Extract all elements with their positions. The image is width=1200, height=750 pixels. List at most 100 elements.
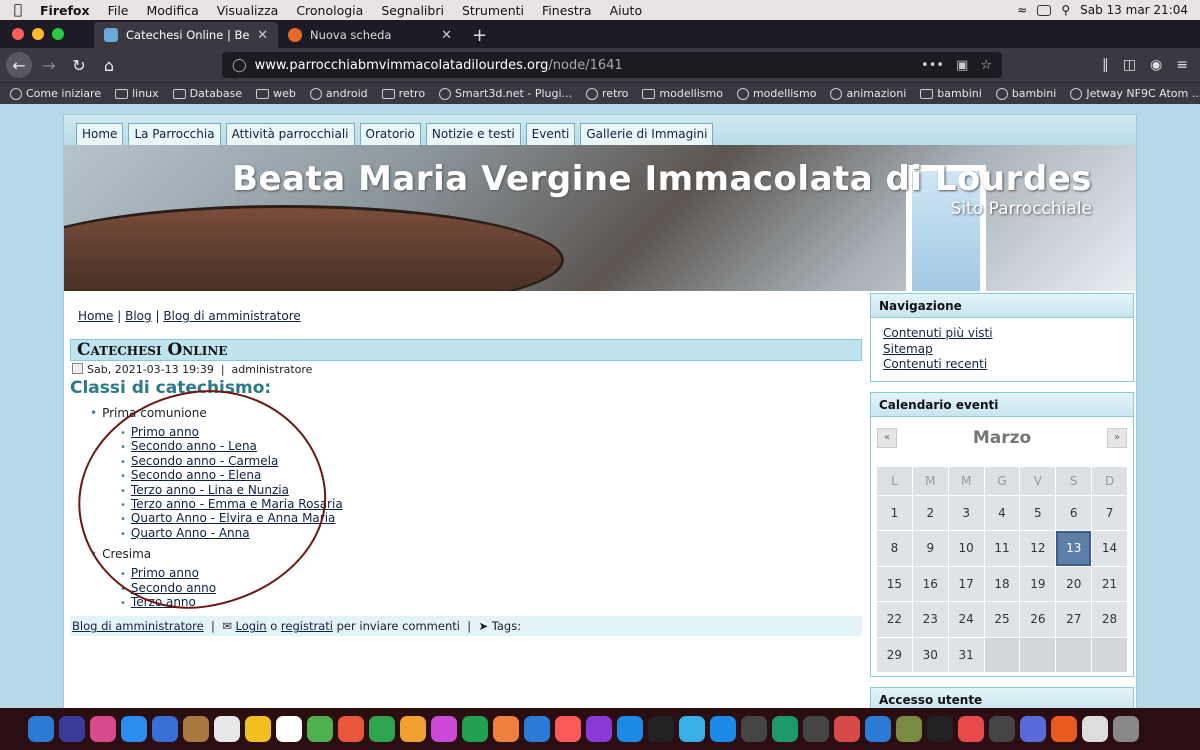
close-tab-icon[interactable]: ✕ bbox=[257, 28, 268, 43]
class-link[interactable]: Terzo anno - Lina e Nunzia bbox=[131, 483, 289, 497]
tab-new[interactable]: Nuova scheda ✕ bbox=[278, 22, 462, 48]
calendar-day[interactable]: 30 bbox=[912, 637, 948, 672]
prev-month-button[interactable]: « bbox=[877, 427, 897, 448]
calendar-day[interactable]: 26 bbox=[1020, 602, 1056, 637]
calendar-day[interactable]: 1 bbox=[877, 495, 912, 530]
page-actions-icon[interactable]: ••• bbox=[921, 58, 944, 73]
calendar-day[interactable]: 14 bbox=[1092, 531, 1127, 566]
battery-icon[interactable] bbox=[1037, 4, 1052, 16]
bookmark-item[interactable]: bambini bbox=[920, 87, 982, 100]
minimize-window-icon[interactable] bbox=[32, 28, 44, 40]
wifi-icon[interactable]: ≈ bbox=[1017, 3, 1027, 17]
class-link[interactable]: Primo anno bbox=[131, 425, 199, 439]
dock-app-icon[interactable] bbox=[927, 716, 953, 742]
calendar-day-today[interactable]: 13 bbox=[1056, 531, 1092, 566]
calendar-day[interactable]: 16 bbox=[912, 566, 948, 601]
calendar-day[interactable]: 6 bbox=[1056, 495, 1092, 530]
url-bar[interactable]: ◯ www.parrocchiabmvimmacolatadilourdes.o… bbox=[222, 52, 1002, 78]
star-icon[interactable]: ☆ bbox=[980, 58, 992, 73]
dock-app-icon[interactable] bbox=[989, 716, 1015, 742]
dock-app-icon[interactable] bbox=[245, 716, 271, 742]
admin-blog-link[interactable]: Blog di amministratore bbox=[72, 619, 204, 633]
dock-app-icon[interactable] bbox=[431, 716, 457, 742]
dock-app-icon[interactable] bbox=[1051, 716, 1077, 742]
dock-app-icon[interactable] bbox=[896, 716, 922, 742]
dock-app-icon[interactable] bbox=[803, 716, 829, 742]
class-link[interactable]: Secondo anno - Carmela bbox=[131, 454, 278, 468]
menu-history[interactable]: Cronologia bbox=[287, 3, 372, 18]
class-link[interactable]: Secondo anno - Elena bbox=[131, 468, 261, 482]
dock-app-icon[interactable] bbox=[276, 716, 302, 742]
bookmark-item[interactable]: animazioni bbox=[830, 87, 906, 100]
dock-app-icon[interactable] bbox=[1082, 716, 1108, 742]
bookmark-item[interactable]: modellismo bbox=[736, 87, 816, 100]
bookmark-item[interactable]: Database bbox=[172, 87, 242, 100]
class-link[interactable]: Terzo anno - Emma e Maria Rosaria bbox=[131, 497, 343, 511]
login-link[interactable]: Login bbox=[236, 619, 267, 633]
dock-app-icon[interactable] bbox=[834, 716, 860, 742]
account-icon[interactable]: ◉ bbox=[1150, 57, 1162, 73]
dock-app-icon[interactable] bbox=[648, 716, 674, 742]
calendar-day[interactable]: 7 bbox=[1092, 495, 1127, 530]
calendar-day[interactable]: 29 bbox=[877, 637, 912, 672]
bookmark-item[interactable]: retro bbox=[381, 87, 425, 100]
calendar-day[interactable]: 20 bbox=[1056, 566, 1092, 601]
close-tab-icon[interactable]: ✕ bbox=[441, 28, 452, 43]
maximize-window-icon[interactable] bbox=[52, 28, 64, 40]
dock-app-icon[interactable] bbox=[183, 716, 209, 742]
nav-attivita[interactable]: Attività parrocchiali bbox=[225, 123, 355, 145]
calendar-day[interactable]: 11 bbox=[984, 531, 1020, 566]
new-tab-icon[interactable]: + bbox=[462, 25, 497, 48]
tab-catechesi[interactable]: Catechesi Online | Beata Maria ✕ bbox=[94, 22, 278, 48]
dock-app-icon[interactable] bbox=[586, 716, 612, 742]
forward-icon[interactable]: → bbox=[36, 52, 62, 78]
calendar-day[interactable]: 17 bbox=[948, 566, 984, 601]
breadcrumb-admin-blog[interactable]: Blog di amministratore bbox=[163, 309, 300, 323]
dock-app-icon[interactable] bbox=[524, 716, 550, 742]
dock-app-icon[interactable] bbox=[617, 716, 643, 742]
calendar-day[interactable]: 23 bbox=[912, 602, 948, 637]
bookmark-item[interactable]: web bbox=[256, 87, 296, 100]
calendar-day[interactable]: 4 bbox=[984, 495, 1020, 530]
nav-notizie[interactable]: Notizie e testi bbox=[425, 123, 521, 145]
bookmark-item[interactable]: modellismo bbox=[642, 87, 723, 100]
link-most-viewed[interactable]: Contenuti più visti bbox=[883, 326, 1121, 342]
nav-home[interactable]: Home bbox=[76, 123, 124, 145]
hamburger-menu-icon[interactable]: ≡ bbox=[1176, 57, 1188, 73]
dock-app-icon[interactable] bbox=[338, 716, 364, 742]
menu-app[interactable]: Firefox bbox=[36, 3, 99, 18]
bookmark-item[interactable]: linux bbox=[115, 87, 159, 100]
dock-app-icon[interactable] bbox=[679, 716, 705, 742]
dock-app-icon[interactable] bbox=[28, 716, 54, 742]
back-icon[interactable]: ← bbox=[6, 52, 32, 78]
dock-app-icon[interactable] bbox=[958, 716, 984, 742]
class-link[interactable]: Quarto Anno - Anna bbox=[131, 526, 250, 540]
dock-app-icon[interactable] bbox=[865, 716, 891, 742]
dock-app-icon[interactable] bbox=[214, 716, 240, 742]
sidebar-icon[interactable]: ◫ bbox=[1123, 57, 1136, 73]
pocket-icon[interactable]: ▣ bbox=[956, 58, 968, 73]
dock-app-icon[interactable] bbox=[121, 716, 147, 742]
calendar-day[interactable]: 10 bbox=[948, 531, 984, 566]
dock-app-icon[interactable] bbox=[307, 716, 333, 742]
dock-app-icon[interactable] bbox=[90, 716, 116, 742]
close-window-icon[interactable] bbox=[12, 28, 24, 40]
nav-eventi[interactable]: Eventi bbox=[525, 123, 576, 145]
bookmark-item[interactable]: bambini bbox=[995, 87, 1056, 100]
calendar-day[interactable]: 27 bbox=[1056, 602, 1092, 637]
calendar-day[interactable]: 12 bbox=[1020, 531, 1056, 566]
calendar-day[interactable]: 5 bbox=[1020, 495, 1056, 530]
calendar-day[interactable]: 19 bbox=[1020, 566, 1056, 601]
apple-icon[interactable]:  bbox=[0, 2, 36, 18]
bookmark-item[interactable]: Smart3d.net - Plugi... bbox=[439, 87, 572, 100]
calendar-day[interactable]: 18 bbox=[984, 566, 1020, 601]
nav-parrocchia[interactable]: La Parrocchia bbox=[128, 123, 221, 145]
calendar-day[interactable]: 25 bbox=[984, 602, 1020, 637]
home-icon[interactable]: ⌂ bbox=[96, 52, 122, 78]
dock-app-icon[interactable] bbox=[59, 716, 85, 742]
breadcrumb-blog[interactable]: Blog bbox=[125, 309, 152, 323]
class-link[interactable]: Quarto Anno - Elvira e Anna Maria bbox=[131, 511, 336, 525]
menu-help[interactable]: Aiuto bbox=[601, 3, 652, 18]
dock-app-icon[interactable] bbox=[1113, 716, 1139, 742]
link-recent[interactable]: Contenuti recenti bbox=[883, 357, 1121, 373]
